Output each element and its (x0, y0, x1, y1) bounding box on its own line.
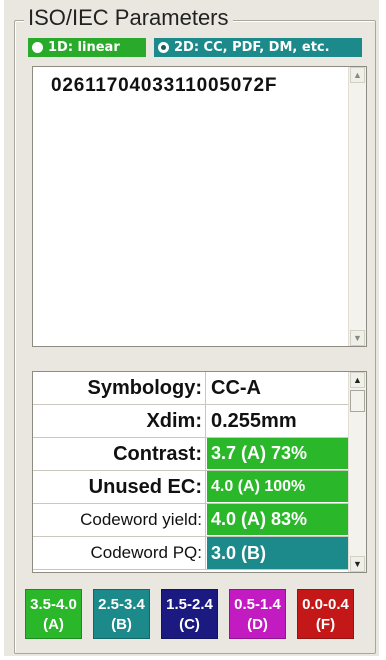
table-scrollbar[interactable]: ▲ ▼ (348, 372, 366, 572)
grade-legend-a: 3.5-4.0 (A) (25, 589, 82, 639)
codeword-pq-value: 3.0 (B) (207, 537, 348, 569)
radio-icon (32, 42, 43, 53)
contrast-value: 3.7 (A) 73% (207, 438, 348, 470)
mode-1d-linear-radio[interactable]: 1D: linear (28, 38, 146, 57)
iso-iec-parameters-panel: ISO/IEC Parameters 1D: linear 2D: CC, PD… (4, 0, 379, 656)
symbology-value: CC-A (211, 376, 261, 399)
grade-letter: (D) (247, 616, 268, 633)
grade-range: 0.5-1.4 (234, 596, 281, 613)
table-row: Codeword PQ: 3.0 (B) (33, 537, 348, 570)
grade-range: 2.5-3.4 (98, 596, 145, 613)
xdim-label: Xdim: (33, 405, 206, 437)
scroll-up-icon[interactable]: ▲ (350, 372, 365, 388)
grade-letter: (B) (111, 616, 132, 633)
grade-letter: (F) (315, 616, 336, 633)
mode-1d-label: 1D: linear (48, 40, 120, 55)
group-title: ISO/IEC Parameters (24, 5, 233, 31)
table-row: Contrast: 3.7 (A) 73% (33, 438, 348, 471)
grade-legend-f: 0.0-0.4 (F) (297, 589, 354, 639)
grade-legend-c: 1.5-2.4 (C) (161, 589, 218, 639)
codeword-yield-value: 4.0 (A) 83% (207, 504, 348, 536)
xdim-value: 0.255mm (211, 409, 297, 432)
unused-ec-value: 4.0 (A) 100% (207, 471, 348, 503)
mode-2d-radio[interactable]: 2D: CC, PDF, DM, etc. (154, 38, 362, 57)
unused-ec-label: Unused EC: (33, 471, 206, 503)
radio-selected-icon (158, 42, 169, 53)
decoded-data-textarea[interactable]: 0261170403311005072F ▲ ▼ (32, 66, 367, 347)
grade-legend-b: 2.5-3.4 (B) (93, 589, 150, 639)
table-row: Unused EC: 4.0 (A) 100% (33, 471, 348, 504)
grade-range: 3.5-4.0 (30, 596, 77, 613)
scroll-down-icon[interactable]: ▼ (350, 330, 365, 346)
table-row: Xdim: 0.255mm (33, 405, 348, 438)
scroll-down-icon[interactable]: ▼ (350, 556, 365, 572)
symbology-label: Symbology: (33, 372, 206, 404)
data-scrollbar[interactable]: ▲ ▼ (348, 67, 366, 346)
decoded-data-text: 0261170403311005072F (51, 75, 278, 96)
grade-legend-d: 0.5-1.4 (D) (229, 589, 286, 639)
grade-range: 0.0-0.4 (302, 596, 349, 613)
contrast-label: Contrast: (33, 438, 206, 470)
codeword-pq-label: Codeword PQ: (33, 537, 206, 569)
grade-letter: (C) (179, 616, 200, 633)
mode-2d-label: 2D: CC, PDF, DM, etc. (174, 40, 330, 55)
codeword-yield-label: Codeword yield: (33, 504, 206, 536)
parameters-table: Symbology: CC-A Xdim: 0.255mm Contrast: … (32, 371, 367, 573)
table-row: Symbology: CC-A (33, 372, 348, 405)
table-row: Codeword yield: 4.0 (A) 83% (33, 504, 348, 537)
grade-range: 1.5-2.4 (166, 596, 213, 613)
grade-letter: (A) (43, 616, 64, 633)
scroll-up-icon[interactable]: ▲ (350, 67, 365, 83)
scrollbar-thumb[interactable] (350, 390, 365, 412)
